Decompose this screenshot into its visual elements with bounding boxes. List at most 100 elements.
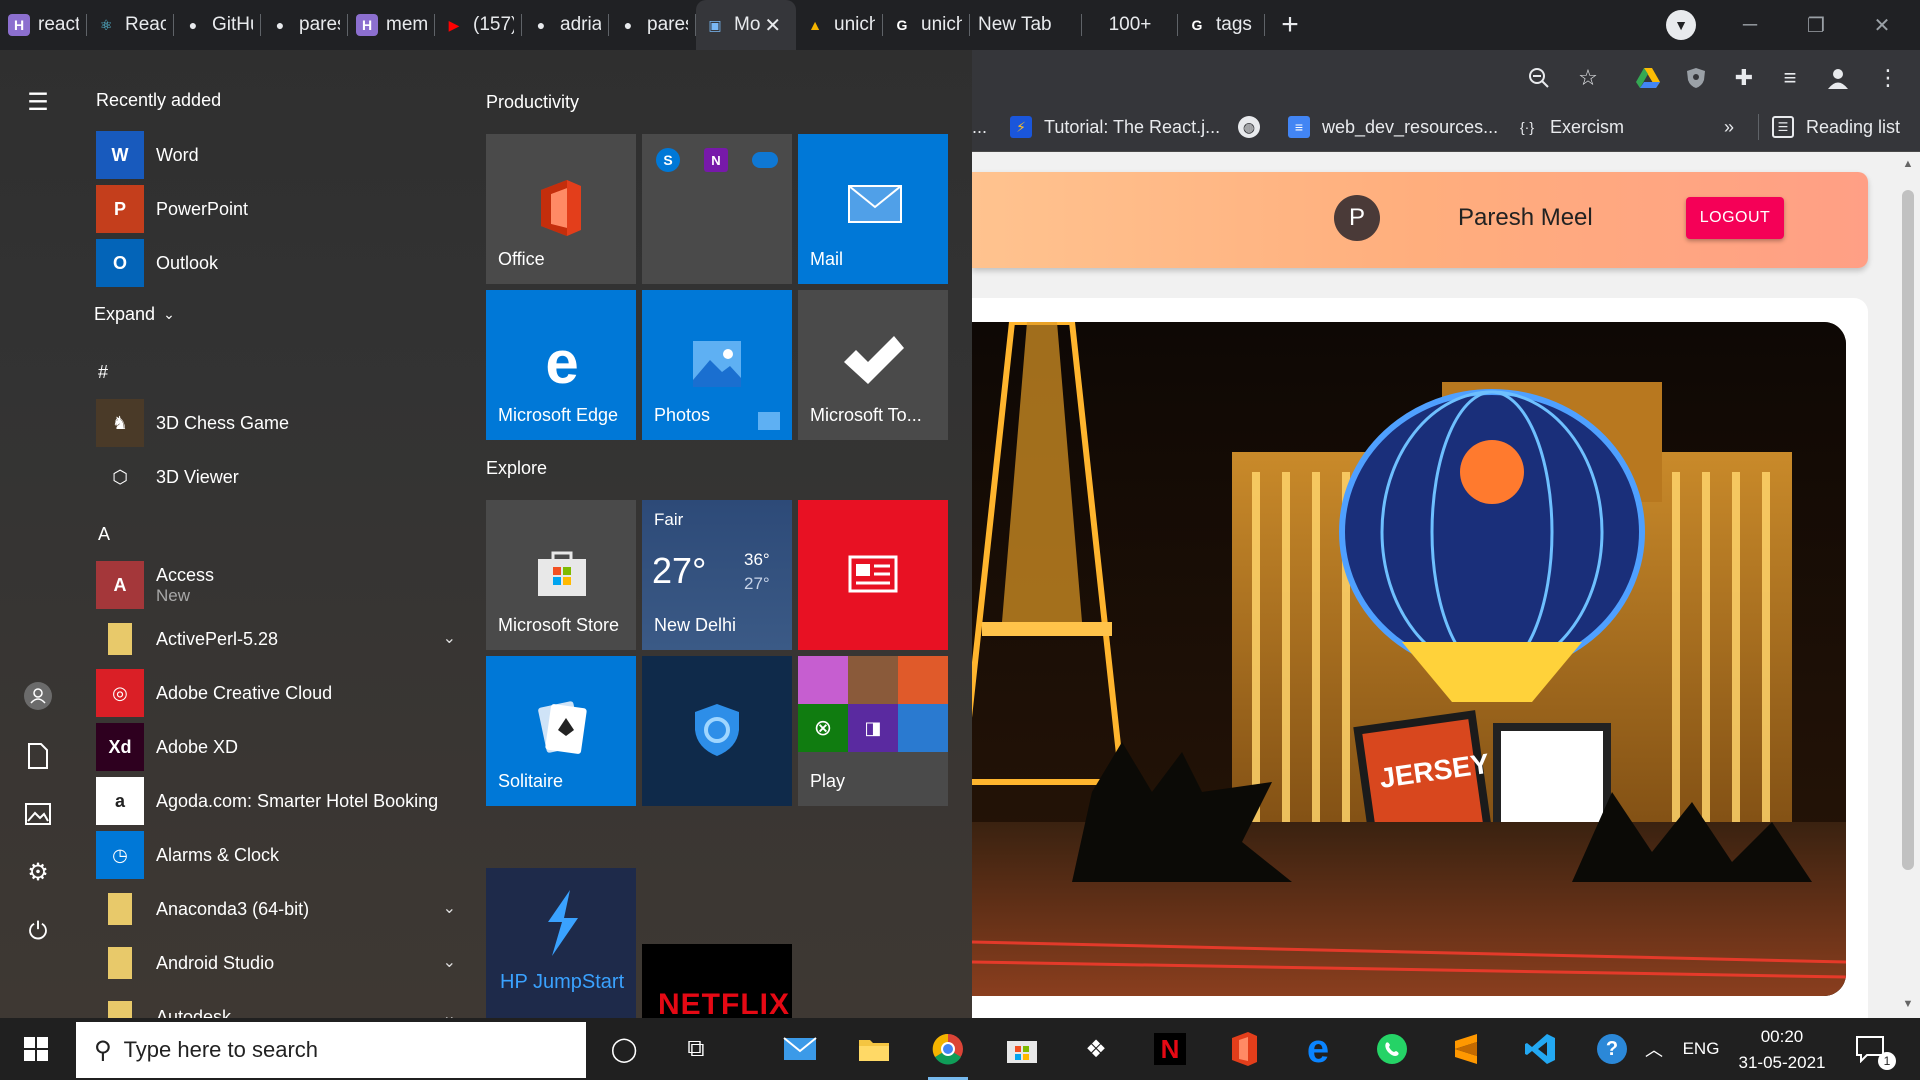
mail-taskbar-icon[interactable] — [772, 1018, 828, 1080]
close-tab-icon[interactable]: ✕ — [764, 13, 781, 38]
media-control-icon[interactable]: ≡ — [1774, 62, 1806, 94]
netflix-taskbar-icon[interactable]: N — [1142, 1018, 1198, 1080]
tile-photos[interactable]: Photos — [642, 290, 792, 440]
start-app-item[interactable]: Anaconda3 (64-bit) ⌄ — [96, 884, 456, 934]
bookmark-web-dev-resources[interactable]: ≡ web_dev_resources... — [1288, 110, 1498, 144]
taskbar-search-box[interactable]: ⚲ Type here to search — [76, 1022, 586, 1078]
expand-button[interactable]: Expand ⌄ — [94, 304, 175, 325]
avatar[interactable]: P — [1334, 195, 1380, 241]
browser-tab[interactable]: 100+ — [1082, 0, 1178, 50]
browser-tab[interactable]: ● paresl — [261, 0, 348, 50]
logout-button[interactable]: LOGOUT — [1686, 197, 1784, 239]
documents-icon[interactable] — [18, 736, 58, 776]
whatsapp-icon[interactable] — [1364, 1018, 1420, 1080]
task-view-icon[interactable]: ⧉ — [668, 1018, 724, 1080]
taskbar-clock[interactable]: 00:20 31-05-2021 — [1724, 1024, 1840, 1076]
browser-tab[interactable]: New Tab — [970, 0, 1082, 50]
tile-netflix[interactable]: NETFLIX — [642, 944, 792, 1018]
browser-tab[interactable]: ⚛ React — [87, 0, 174, 50]
tile-hp-jumpstart[interactable]: HP JumpStart — [486, 868, 636, 1018]
browser-tab[interactable]: ● adrian — [522, 0, 609, 50]
profile-icon[interactable] — [1822, 62, 1854, 94]
scroll-thumb[interactable] — [1902, 190, 1914, 870]
tile-office[interactable]: Office — [486, 134, 636, 284]
tray-chevron-up-icon[interactable]: ︿ — [1634, 1018, 1674, 1080]
start-app-item[interactable]: P PowerPoint — [96, 184, 456, 234]
browser-tab[interactable]: Hreact- — [0, 0, 87, 50]
scroll-down-icon[interactable]: ▼ — [1900, 996, 1916, 1012]
browser-tab[interactable]: ▣ Mo ✕ — [696, 0, 796, 50]
help-icon[interactable]: ? — [1584, 1018, 1640, 1080]
browser-tab[interactable]: Gtags fo — [1178, 0, 1265, 50]
file-explorer-icon[interactable] — [846, 1018, 902, 1080]
dropbox-icon[interactable]: ❖ — [1068, 1018, 1124, 1080]
start-app-item[interactable]: ActivePerl-5.28 ⌄ — [96, 614, 456, 664]
shield-extension-icon[interactable] — [1680, 62, 1712, 94]
start-app-item[interactable]: Android Studio ⌄ — [96, 938, 456, 988]
browser-tab[interactable]: Gunicha — [883, 0, 970, 50]
tile-office-apps-group[interactable]: S N — [642, 134, 792, 284]
power-icon[interactable]: ⏻ — [18, 912, 58, 952]
close-window-icon[interactable]: ✕ — [1852, 0, 1912, 50]
minimize-icon[interactable]: ─ — [1720, 0, 1780, 50]
reading-list-button[interactable]: ☰ Reading list — [1772, 110, 1900, 144]
vscode-icon[interactable] — [1512, 1018, 1568, 1080]
start-app-item[interactable]: ♞ 3D Chess Game — [96, 398, 456, 448]
sublime-text-icon[interactable] — [1438, 1018, 1494, 1080]
bookmark-exercism[interactable]: {·} Exercism — [1516, 110, 1624, 144]
notification-center-icon[interactable]: 1 — [1844, 1018, 1896, 1080]
language-indicator[interactable]: ENG — [1674, 1018, 1728, 1080]
tile-vpn-shield[interactable] — [642, 656, 792, 806]
bookmark-star-icon[interactable]: ☆ — [1572, 62, 1604, 94]
office-taskbar-icon[interactable] — [1216, 1018, 1272, 1080]
browser-tab[interactable]: ● paresl — [609, 0, 696, 50]
settings-gear-icon[interactable]: ⚙ — [18, 852, 58, 892]
store-taskbar-icon[interactable] — [994, 1018, 1050, 1080]
user-account-icon[interactable] — [18, 676, 58, 716]
google-drive-icon[interactable] — [1632, 62, 1664, 94]
tile-microsoft-store[interactable]: Microsoft Store — [486, 500, 636, 650]
hamburger-menu-icon[interactable]: ☰ — [18, 82, 58, 122]
scroll-up-icon[interactable]: ▲ — [1900, 156, 1916, 172]
browser-tab[interactable]: ▶ (157) — [435, 0, 522, 50]
chrome-taskbar-icon[interactable] — [920, 1018, 976, 1080]
bookmarks-more-button[interactable]: » — [1724, 110, 1734, 144]
browser-tab[interactable]: ▲ unicha — [796, 0, 883, 50]
tile-edge[interactable]: e Microsoft Edge — [486, 290, 636, 440]
start-app-item[interactable]: Xd Adobe XD — [96, 722, 456, 772]
chevron-down-icon[interactable]: ⌄ — [443, 628, 456, 648]
cortana-icon[interactable]: ◯ — [596, 1018, 652, 1080]
start-button[interactable] — [0, 1018, 72, 1080]
bookmark-react-tutorial[interactable]: ⚡ Tutorial: The React.j... — [1010, 110, 1220, 144]
start-app-item[interactable]: W Word — [96, 130, 456, 180]
tile-play-folder[interactable]: ⊗ ◨ Play — [798, 656, 948, 806]
start-app-item[interactable]: A Access New — [96, 560, 456, 610]
tab-search-icon[interactable]: ▼ — [1666, 10, 1696, 40]
tile-weather[interactable]: Fair 27° 36° 27° New Delhi — [642, 500, 792, 650]
edge-taskbar-icon[interactable]: e — [1290, 1018, 1346, 1080]
browser-tab[interactable]: ● GitHu — [174, 0, 261, 50]
extensions-puzzle-icon[interactable]: ✚ — [1728, 62, 1760, 94]
restore-icon[interactable]: ❐ — [1786, 0, 1846, 50]
chevron-down-icon[interactable]: ⌄ — [443, 952, 456, 972]
group-header-hash[interactable]: # — [98, 362, 108, 383]
browser-tab[interactable]: Hmemc — [348, 0, 435, 50]
bookmarks-overflow[interactable]: ... — [972, 110, 987, 144]
page-scrollbar[interactable]: ▲ ▼ — [1896, 152, 1920, 1018]
start-app-item[interactable]: ◎ Adobe Creative Cloud — [96, 668, 456, 718]
pictures-icon[interactable] — [18, 794, 58, 834]
tile-microsoft-todo[interactable]: Microsoft To... — [798, 290, 948, 440]
group-header-a[interactable]: A — [98, 524, 110, 545]
start-app-item[interactable]: ⬡ 3D Viewer — [96, 452, 456, 502]
browser-menu-icon[interactable]: ⋮ — [1872, 62, 1904, 94]
bookmark-globe[interactable]: ◍ — [1238, 110, 1272, 144]
chevron-down-icon[interactable]: ⌄ — [443, 898, 456, 918]
new-tab-button[interactable]: + — [1265, 0, 1315, 50]
tile-mail[interactable]: Mail — [798, 134, 948, 284]
zoom-out-icon[interactable] — [1523, 62, 1555, 94]
start-app-item[interactable]: O Outlook — [96, 238, 456, 288]
tile-solitaire[interactable]: Solitaire — [486, 656, 636, 806]
start-app-item[interactable]: ◷ Alarms & Clock — [96, 830, 456, 880]
start-app-item[interactable]: a Agoda.com: Smarter Hotel Booking — [96, 776, 456, 826]
tile-news[interactable] — [798, 500, 948, 650]
